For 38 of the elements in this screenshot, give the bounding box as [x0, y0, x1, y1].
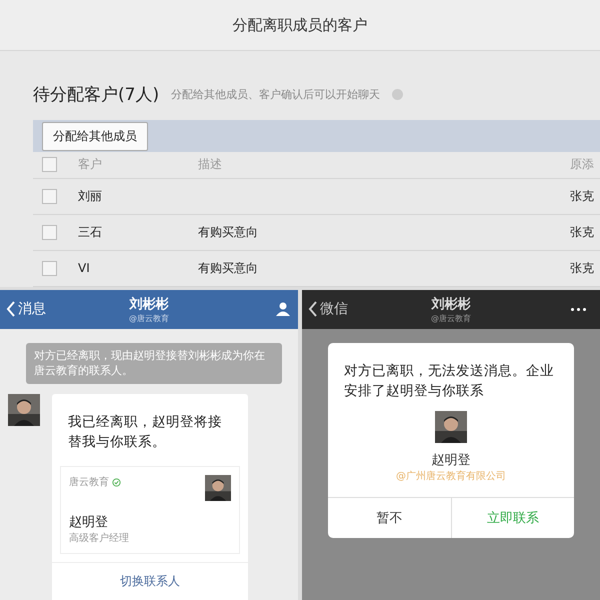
switch-contact-button[interactable]: 切换联系人: [52, 562, 248, 600]
company-name: 唐云教育: [69, 476, 109, 489]
dialog-message: 对方已离职，无法发送消息。企业安排了赵明登与你联系: [343, 362, 555, 401]
system-notice: 对方已经离职，现由赵明登接替刘彬彬成为你在唐云教育的联系人。: [26, 342, 282, 384]
contact-name: 赵明登: [432, 452, 470, 470]
row-checkbox[interactable]: [42, 188, 57, 204]
table-cell-text: 有购买意向: [198, 260, 259, 277]
table-cell-text: 有购买意向: [198, 224, 259, 241]
message-text: 我已经离职，赵明登将接替我与你联系。: [67, 412, 223, 452]
table-cell-text: 张克: [570, 224, 595, 241]
column-header: 客户: [78, 156, 103, 174]
row-checkbox[interactable]: [42, 224, 57, 240]
assign-button[interactable]: 分配给其他成员: [42, 122, 148, 151]
row-checkbox[interactable]: [42, 260, 57, 276]
back-link[interactable]: 消息: [18, 300, 46, 318]
select-all-checkbox[interactable]: [42, 157, 57, 172]
column-header: 描述: [198, 156, 223, 174]
hint-text: 分配给其他成员、客户确认后可以开始聊天: [171, 86, 380, 102]
table-cell-text: 三石: [78, 224, 103, 241]
company-name: @广州唐云教育有限公司: [396, 470, 506, 484]
cancel-button[interactable]: 暂不: [328, 498, 450, 538]
table-cell-text: 刘丽: [78, 188, 103, 205]
back-link[interactable]: 微信: [320, 300, 348, 318]
table-cell-text: 张克: [570, 188, 595, 205]
section-heading: 待分配客户(7人): [33, 84, 160, 106]
verified-icon: [112, 478, 121, 486]
person-icon[interactable]: [276, 302, 290, 316]
chat-subtitle: @唐云教育: [129, 312, 169, 324]
column-header: 原添: [570, 156, 595, 174]
contact-name: 赵明登: [69, 514, 109, 531]
table-cell-text: 张克: [570, 260, 595, 277]
chat-title: 刘彬彬: [130, 296, 168, 313]
chat-subtitle: @唐云教育: [431, 312, 471, 324]
back-icon[interactable]: [308, 301, 318, 318]
page-title: 分配离职成员的客户: [0, 0, 600, 51]
table-cell-text: VI: [78, 261, 91, 276]
contact-role: 高级客户经理: [69, 532, 130, 545]
chat-title: 刘彬彬: [432, 296, 470, 313]
